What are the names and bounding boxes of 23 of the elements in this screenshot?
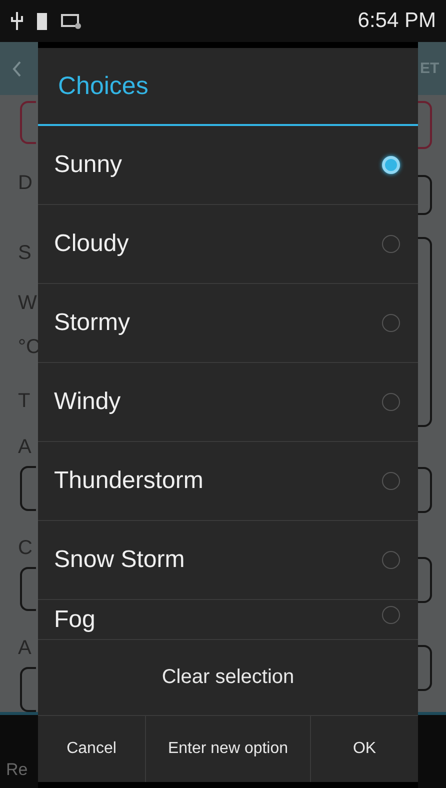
battery-icon	[36, 11, 48, 31]
message-icon	[60, 12, 82, 30]
field-outline	[20, 101, 36, 144]
field-outline	[418, 645, 432, 691]
nav-label: Re	[6, 760, 28, 780]
dialog-button[interactable]: Cancel	[38, 716, 145, 782]
field-outline	[20, 566, 36, 612]
field-outline	[20, 466, 36, 511]
radio-button[interactable]	[382, 235, 400, 253]
field-outline	[418, 101, 432, 149]
radio-button[interactable]	[382, 393, 400, 411]
dialog-button[interactable]: Enter new option	[145, 716, 310, 782]
radio-button[interactable]	[382, 472, 400, 490]
radio-button[interactable]	[382, 606, 400, 624]
radio-button[interactable]	[382, 314, 400, 332]
usb-icon	[10, 11, 24, 31]
field-outline	[418, 175, 432, 215]
field-outline	[418, 557, 432, 603]
back-chevron-icon	[12, 60, 22, 78]
choice-option[interactable]: Fog	[38, 600, 418, 640]
radio-button[interactable]	[382, 551, 400, 569]
field-outline	[418, 467, 432, 513]
status-time: 6:54 PM	[358, 9, 436, 33]
